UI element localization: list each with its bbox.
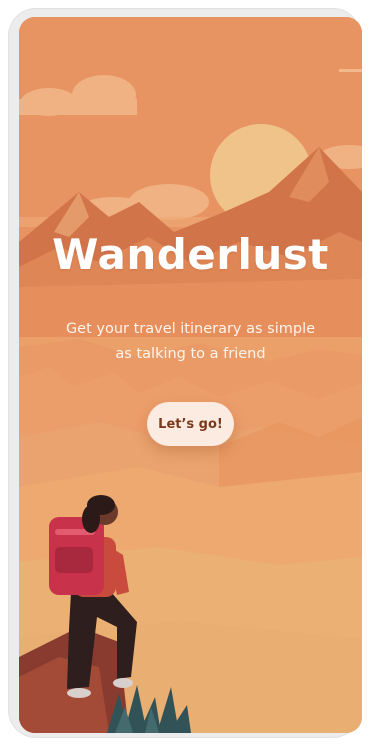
app-tagline: Get your travel itinerary as simple as t… [65, 321, 316, 362]
welcome-screen: Wanderlust Get your travel itinerary as … [19, 17, 362, 733]
app-title: Wanderlust [52, 230, 329, 279]
landscape-illustration [19, 17, 362, 733]
lets-go-button[interactable]: Let’s go! [147, 402, 234, 446]
